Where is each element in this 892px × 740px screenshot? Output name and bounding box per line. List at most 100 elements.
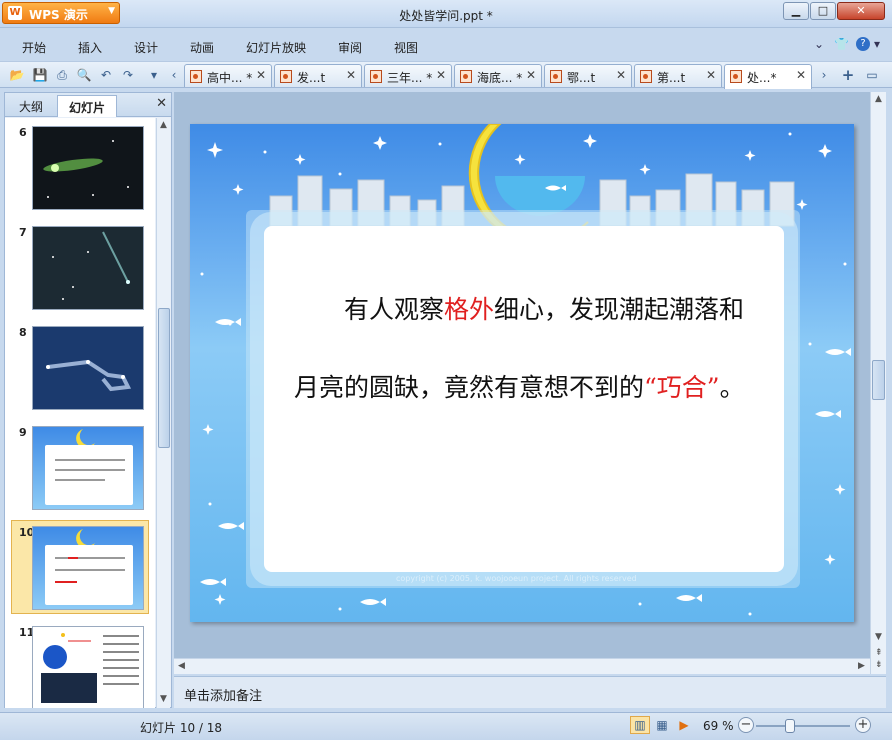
- star-field-image: [52, 231, 130, 300]
- quick-access-toolbar: 📂 💾 ⎙ 🔍 ↶ ↷ ▾ ‹ 高中... * ✕ 发...t ✕ 三年... …: [0, 61, 892, 89]
- big-dipper-image: [46, 359, 132, 392]
- close-panel-icon[interactable]: ✕: [156, 96, 167, 111]
- slide-thumbnail[interactable]: [32, 526, 144, 610]
- notes-pane[interactable]: 单击添加备注: [174, 676, 886, 708]
- scroll-right-icon[interactable]: ▶: [858, 661, 865, 671]
- thumbnail-number: 9: [19, 426, 27, 439]
- menu-insert[interactable]: 插入: [78, 39, 102, 56]
- slide-thumbnail[interactable]: [32, 126, 144, 210]
- slide-thumbnail[interactable]: [32, 326, 144, 410]
- close-tab-icon[interactable]: ✕: [346, 68, 356, 82]
- ppt-file-icon: [550, 70, 562, 83]
- help-dropdown-icon[interactable]: ▾: [874, 37, 880, 51]
- maximize-button[interactable]: □: [810, 2, 836, 20]
- doc-tab-label: 海底... *: [477, 71, 523, 85]
- slide-horizontal-scrollbar[interactable]: ◀ ▶: [174, 658, 870, 674]
- slide-thumbnail[interactable]: [32, 426, 144, 510]
- notes-placeholder[interactable]: 单击添加备注: [184, 685, 262, 704]
- panel-tabs: 大纲 幻灯片 ✕: [5, 93, 171, 117]
- slide-body-text[interactable]: 有人观察格外细心，发现潮起潮落和月亮的圆缺，竟然有意想不到的“巧合”。: [294, 271, 764, 427]
- text-run: 。: [719, 373, 745, 402]
- slide-sorter-icon[interactable]: ▦: [652, 716, 672, 734]
- menu-start[interactable]: 开始: [22, 39, 46, 56]
- close-button[interactable]: ✕: [837, 2, 885, 20]
- thumbnail-list: 6 7 8 9 10 11: [5, 118, 155, 708]
- tab-list-icon[interactable]: ▭: [864, 67, 880, 83]
- scroll-up-icon[interactable]: ▲: [160, 120, 167, 130]
- slide-9-preview: [45, 429, 133, 505]
- tab-outline[interactable]: 大纲: [8, 95, 54, 117]
- menu-animation[interactable]: 动画: [190, 39, 214, 56]
- help-icon[interactable]: ?: [856, 37, 870, 51]
- scrollbar-thumb[interactable]: [158, 308, 170, 448]
- doc-tab-6[interactable]: 第...t ✕: [634, 64, 722, 87]
- status-bar: 幻灯片 10 / 18 ▥ ▦ ▶ 69 % − +: [0, 712, 892, 740]
- close-tab-icon[interactable]: ✕: [256, 68, 266, 82]
- doc-tab-2[interactable]: 发...t ✕: [274, 64, 362, 87]
- close-tab-icon[interactable]: ✕: [526, 68, 536, 82]
- zoom-slider-knob[interactable]: [785, 719, 795, 733]
- doc-tab-1[interactable]: 高中... * ✕: [184, 64, 272, 87]
- doc-tab-4[interactable]: 海底... * ✕: [454, 64, 542, 87]
- collapse-ribbon-icon[interactable]: ⌄: [814, 37, 824, 51]
- doc-tab-3[interactable]: 三年... * ✕: [364, 64, 452, 87]
- thumbnail-scrollbar[interactable]: ▲ ▼: [156, 118, 170, 708]
- thumbnail-number: 7: [19, 226, 27, 239]
- current-slide[interactable]: 有人观察格外细心，发现潮起潮落和月亮的圆缺，竟然有意想不到的“巧合”。 copy…: [190, 124, 854, 622]
- menu-bar: 开始 插入 设计 动画 幻灯片放映 审阅 视图: [0, 32, 892, 60]
- slide-11-preview: [41, 633, 139, 703]
- zoom-level: 69 %: [703, 719, 734, 733]
- doc-tab-active[interactable]: 处...* ✕: [724, 64, 812, 89]
- close-tab-icon[interactable]: ✕: [706, 68, 716, 82]
- menu-slideshow[interactable]: 幻灯片放映: [246, 39, 306, 56]
- tab-slides[interactable]: 幻灯片: [57, 95, 117, 117]
- doc-tab-label: 高中... *: [207, 71, 253, 85]
- print-preview-icon[interactable]: 🔍: [76, 67, 92, 83]
- slide-vertical-scrollbar[interactable]: ▲ ▼ ⇞ ⇟: [870, 92, 886, 674]
- undo-icon[interactable]: ↶: [98, 67, 114, 83]
- scroll-up-icon[interactable]: ▲: [875, 94, 882, 104]
- new-tab-icon[interactable]: +: [840, 67, 856, 83]
- previous-slide-icon[interactable]: ⇞: [875, 648, 883, 658]
- slide-thumbnail[interactable]: [32, 226, 144, 310]
- minimize-button[interactable]: ▁: [783, 2, 809, 20]
- tab-scroll-left-icon[interactable]: ‹: [166, 67, 182, 83]
- menu-design[interactable]: 设计: [134, 39, 158, 56]
- redo-icon[interactable]: ↷: [120, 67, 136, 83]
- scrollbar-thumb[interactable]: [872, 360, 885, 400]
- scroll-left-icon[interactable]: ◀: [178, 661, 185, 671]
- comet-image: [43, 140, 129, 198]
- doc-tab-label: 鄂...t: [567, 71, 596, 85]
- menu-review[interactable]: 审阅: [338, 39, 362, 56]
- scroll-down-icon[interactable]: ▼: [160, 694, 167, 704]
- skin-icon[interactable]: 👕: [834, 37, 849, 51]
- slide-text-box[interactable]: 有人观察格外细心，发现潮起潮落和月亮的圆缺，竟然有意想不到的“巧合”。: [264, 226, 784, 572]
- slide-thumbnail[interactable]: [32, 626, 144, 708]
- save-icon[interactable]: 💾: [32, 67, 48, 83]
- slides-panel: 大纲 幻灯片 ✕ 6 7 8 9 10 11 ▲ ▼: [4, 92, 172, 708]
- text-run-highlight: 格外: [444, 295, 495, 324]
- zoom-out-button[interactable]: −: [738, 717, 754, 733]
- copyright-watermark: copyright (c) 2005, k. woojooeun project…: [396, 574, 637, 583]
- open-folder-icon[interactable]: 📂: [9, 67, 25, 83]
- close-tab-icon[interactable]: ✕: [616, 68, 626, 82]
- doc-tab-label: 三年... *: [387, 71, 433, 85]
- close-tab-icon[interactable]: ✕: [436, 68, 446, 82]
- doc-tab-5[interactable]: 鄂...t ✕: [544, 64, 632, 87]
- window-title: 处处皆学问.ppt *: [399, 9, 493, 23]
- toolbar-dropdown-icon[interactable]: ▾: [146, 67, 162, 83]
- zoom-in-button[interactable]: +: [855, 717, 871, 733]
- doc-tab-label: 发...t: [297, 71, 326, 85]
- slideshow-icon[interactable]: ▶: [674, 716, 694, 734]
- scroll-down-icon[interactable]: ▼: [875, 632, 882, 642]
- zoom-slider-track[interactable]: [756, 725, 850, 727]
- doc-tab-label: 第...t: [657, 71, 686, 85]
- close-tab-icon[interactable]: ✕: [796, 68, 806, 82]
- tab-scroll-right-icon[interactable]: ›: [816, 67, 832, 83]
- next-slide-icon[interactable]: ⇟: [875, 660, 883, 670]
- print-icon[interactable]: ⎙: [54, 67, 70, 83]
- slide-editing-area: 有人观察格外细心，发现潮起潮落和月亮的圆缺，竟然有意想不到的“巧合”。 copy…: [174, 92, 870, 658]
- menu-view[interactable]: 视图: [394, 39, 418, 56]
- normal-view-icon[interactable]: ▥: [630, 716, 650, 734]
- ppt-file-icon: [370, 70, 382, 83]
